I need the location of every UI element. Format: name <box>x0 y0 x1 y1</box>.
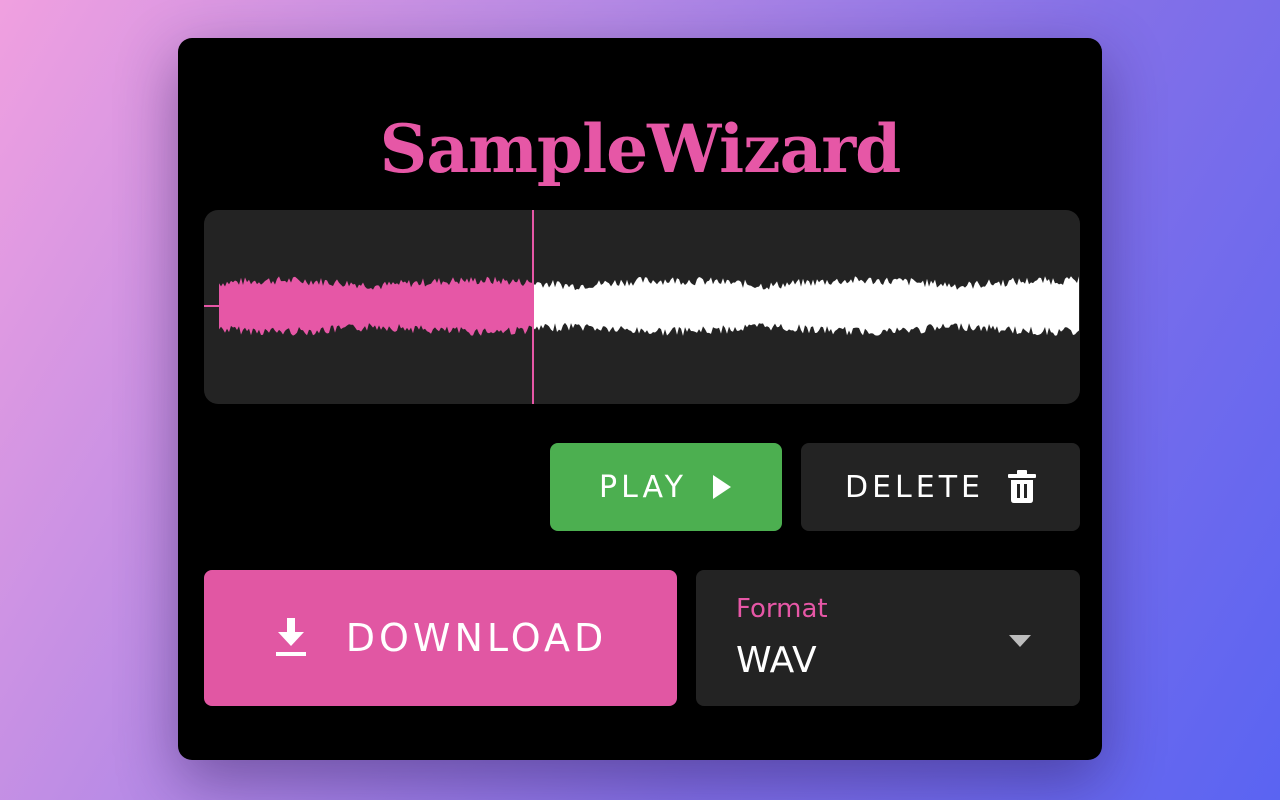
waveform-svg[interactable] <box>204 210 1080 404</box>
format-select[interactable]: Format WAV <box>696 570 1080 706</box>
sample-card: SampleWizard PLAY DELETE DOWNLOAD Format… <box>178 38 1102 760</box>
delete-button[interactable]: DELETE <box>801 443 1080 531</box>
download-icon <box>274 618 308 658</box>
play-button-label: PLAY <box>598 469 687 505</box>
waveform-panel[interactable] <box>204 210 1080 404</box>
format-select-label: Format <box>736 594 828 624</box>
delete-button-label: DELETE <box>844 469 984 505</box>
app-title: SampleWizard <box>379 110 902 188</box>
trash-icon <box>1008 470 1036 504</box>
format-select-value: WAV <box>736 640 817 681</box>
caret-down-icon <box>1009 632 1031 651</box>
download-button[interactable]: DOWNLOAD <box>204 570 677 706</box>
play-icon <box>711 474 733 500</box>
play-button[interactable]: PLAY <box>550 443 782 531</box>
download-button-label: DOWNLOAD <box>345 616 608 660</box>
